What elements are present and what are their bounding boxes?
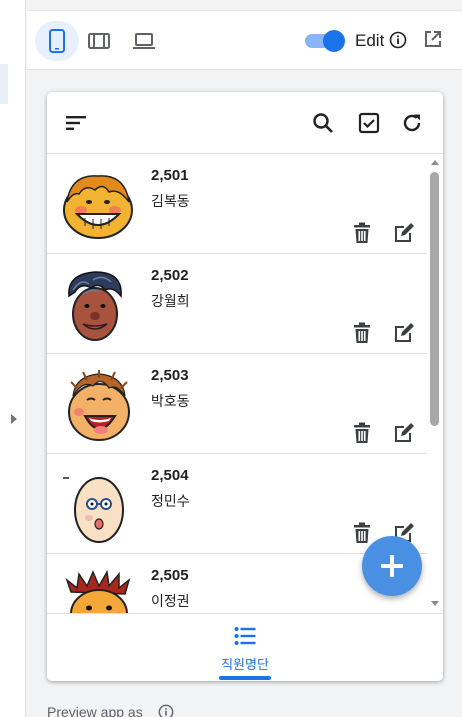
scroll-down-arrow-icon[interactable] [431, 601, 439, 606]
mobile-view-button[interactable] [35, 21, 79, 61]
list-item[interactable]: 2,501 김복동 [47, 154, 427, 254]
info-icon[interactable] [389, 31, 407, 49]
scrollbar-thumb[interactable] [430, 172, 439, 426]
list-icon [234, 627, 256, 645]
employee-id: 2,501 [151, 167, 189, 184]
avatar [68, 271, 122, 341]
bottom-navigation: 직원명단 [47, 613, 443, 681]
refresh-icon [403, 114, 421, 132]
search-icon [313, 113, 333, 133]
trash-icon[interactable] [352, 322, 372, 344]
app-bar [47, 92, 443, 154]
plus-icon [381, 555, 403, 577]
list-item[interactable]: 2,504 정민수 [47, 454, 427, 554]
laptop-icon [133, 33, 155, 49]
expand-panel-icon[interactable] [11, 414, 17, 424]
select-button[interactable] [356, 110, 382, 136]
trash-icon[interactable] [352, 522, 372, 544]
employee-id: 2,504 [151, 467, 189, 484]
desktop-view-button[interactable] [122, 21, 166, 61]
scroll-up-arrow-icon[interactable] [431, 160, 439, 165]
left-panel-strip [0, 0, 26, 717]
info-icon[interactable] [158, 704, 174, 717]
refresh-button[interactable] [399, 110, 425, 136]
employee-name: 강월희 [151, 294, 190, 310]
search-button[interactable] [310, 110, 336, 136]
preview-toolbar: Edit [27, 10, 462, 70]
preview-app-as-label: Preview app as [47, 704, 143, 717]
tablet-view-button[interactable] [77, 21, 121, 61]
list-item[interactable]: 2,503 박호동 [47, 354, 427, 454]
employee-name: 정민수 [151, 494, 190, 510]
avatar [65, 569, 131, 613]
edit-toggle-knob [323, 30, 345, 52]
employee-name: 이정권 [151, 594, 190, 610]
sort-icon [66, 116, 86, 130]
app-preview-frame: 2,501 김복동 2,502 강월희 2,503 박호동 2,504 정민수 … [47, 92, 443, 681]
employee-id: 2,502 [151, 267, 189, 284]
employee-id: 2,505 [151, 567, 189, 584]
edit-label: Edit [355, 31, 385, 50]
avatar [68, 370, 130, 441]
checkbox-icon [358, 112, 380, 134]
edit-icon[interactable] [393, 422, 415, 444]
editor-root: Edit 2,501 김복동 2,502 강월희 2,503 박호동 2,504… [0, 0, 462, 717]
add-employee-button[interactable] [362, 536, 422, 596]
trash-icon[interactable] [352, 222, 372, 244]
list-item[interactable]: 2,502 강월희 [47, 254, 427, 354]
nav-active-indicator [219, 676, 271, 680]
employee-name: 박호동 [151, 394, 190, 410]
trash-icon[interactable] [352, 422, 372, 444]
edit-icon[interactable] [393, 322, 415, 344]
sort-button[interactable] [63, 110, 89, 136]
nav-label: 직원명단 [221, 658, 269, 673]
avatar [63, 477, 124, 543]
nav-item-employee-list[interactable]: 직원명단 [207, 614, 283, 681]
open-in-new-icon[interactable] [423, 29, 443, 49]
employee-id: 2,503 [151, 367, 189, 384]
phone-icon [49, 29, 65, 53]
edit-icon[interactable] [393, 222, 415, 244]
tablet-icon [88, 33, 110, 49]
avatar [63, 175, 133, 239]
employee-name: 김복동 [151, 194, 190, 210]
edit-toggle[interactable] [305, 30, 345, 52]
left-panel-selection [0, 64, 8, 104]
